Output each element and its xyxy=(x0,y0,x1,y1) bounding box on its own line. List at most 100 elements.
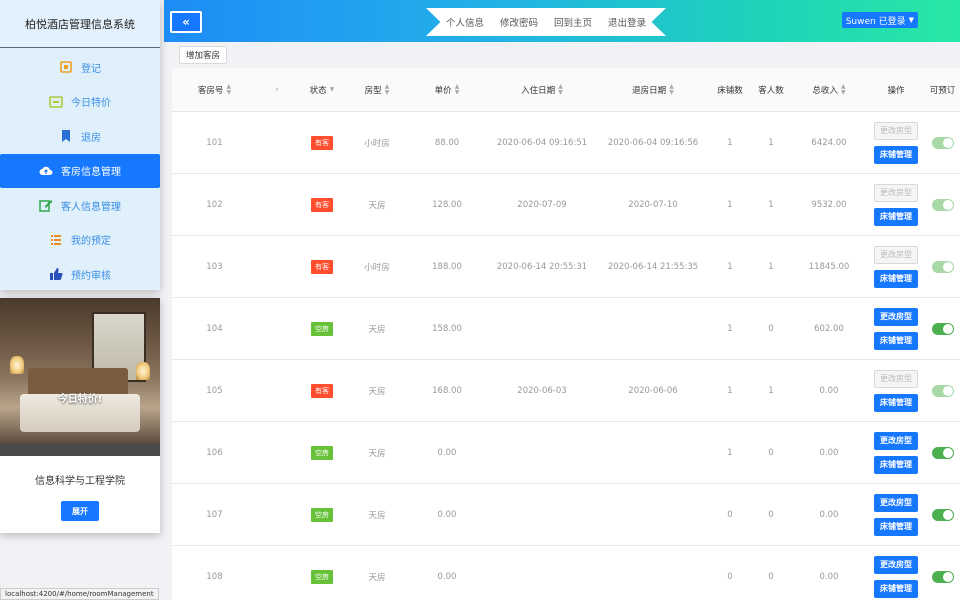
cell-room: 103 xyxy=(206,261,223,272)
modify-room-type-button[interactable]: 更改房型 xyxy=(874,431,918,450)
promo-card: 今日特价! 信息科学与工程学院 展开 xyxy=(0,298,160,533)
cell-price: 128.00 xyxy=(432,199,462,210)
col-status[interactable]: 状态 ▼ xyxy=(297,84,347,96)
collapse-sidebar-button[interactable]: « xyxy=(170,11,202,33)
modify-room-type-button[interactable]: 更改房型 xyxy=(874,183,918,202)
cell-status: 有客 xyxy=(297,135,347,150)
col-checkin[interactable]: 入住日期 ▲ ▼ xyxy=(487,82,597,96)
bookable-toggle[interactable] xyxy=(931,136,954,149)
bed-management-button[interactable]: 床铺管理 xyxy=(874,455,918,474)
user-label: Suwen 已登录 xyxy=(845,16,906,27)
header-label: 床铺数 xyxy=(717,85,743,96)
cell-checkin: 2020-06-03 xyxy=(517,385,567,396)
nav-home[interactable]: 回到主页 xyxy=(554,15,592,29)
sidebar-item-guest-management[interactable]: 客人信息管理 xyxy=(0,188,160,223)
sidebar-item-my-bookings[interactable]: 我的预定 xyxy=(0,223,160,258)
search-icon: ⌕ xyxy=(275,85,279,93)
sidebar-item-special-offer[interactable]: 今日特价 xyxy=(0,85,160,120)
cell-room: 102 xyxy=(206,199,223,210)
status-badge: 有客 xyxy=(311,135,333,150)
promo-divider xyxy=(0,444,160,456)
bookable-toggle[interactable] xyxy=(931,384,954,397)
cell-type: 天房 xyxy=(368,448,386,459)
filter-icon: ▼ xyxy=(329,85,335,93)
sort-icon: ▲ ▼ xyxy=(840,82,846,96)
promo-text: 信息科学与工程学院 xyxy=(35,476,125,487)
checkout-icon xyxy=(59,129,73,143)
col-search[interactable]: ⌕ xyxy=(257,85,297,93)
bed-management-button[interactable]: 床铺管理 xyxy=(874,145,918,164)
col-type[interactable]: 房型 ▲ ▼ xyxy=(347,82,407,96)
sidebar-item-booking-review[interactable]: 预约审核 xyxy=(0,257,160,292)
cell-income: 0.00 xyxy=(819,447,839,458)
nav-change-password[interactable]: 修改密码 xyxy=(500,15,538,29)
cell-income: 11845.00 xyxy=(808,261,850,272)
cell-beds: 1 xyxy=(727,323,733,334)
register-icon xyxy=(59,60,73,74)
add-room-button[interactable]: 增加客房 xyxy=(179,46,228,64)
header-label: 操作 xyxy=(887,85,905,96)
app-title: 柏悦酒店管理信息系统 xyxy=(0,0,160,48)
cell-bookable xyxy=(925,384,960,397)
cell-beds: 0 xyxy=(727,571,733,582)
bookable-toggle[interactable] xyxy=(931,198,954,211)
col-room[interactable]: 客房号 ▲ ▼ xyxy=(172,83,257,96)
bed-management-button[interactable]: 床铺管理 xyxy=(874,269,918,288)
nav-profile[interactable]: 个人信息 xyxy=(446,15,484,29)
sidebar-item-checkout[interactable]: 退房 xyxy=(0,119,160,154)
cell-room: 101 xyxy=(206,137,223,148)
modify-room-type-button[interactable]: 更改房型 xyxy=(874,121,918,140)
top-bar: « 个人信息 修改密码 回到主页 退出登录 Suwen 已登录 ▼ xyxy=(164,0,960,42)
cell-room: 106 xyxy=(206,447,223,458)
cell-beds: 1 xyxy=(727,137,733,148)
col-income[interactable]: 总收入 ▲ ▼ xyxy=(791,82,867,96)
sort-icon: ▲ ▼ xyxy=(558,82,563,96)
modify-room-type-button[interactable]: 更改房型 xyxy=(874,493,918,512)
bed-management-button[interactable]: 床铺管理 xyxy=(874,517,918,536)
status-badge: 有客 xyxy=(311,197,333,212)
cell-room: 104 xyxy=(206,323,223,334)
bookable-toggle[interactable] xyxy=(931,446,954,459)
cell-checkin: 2020-07-09 xyxy=(517,199,567,210)
special-offer-icon xyxy=(49,95,63,109)
col-price[interactable]: 单价 ▲ ▼ xyxy=(407,83,487,96)
main-content: 增加客房 客房号 ▲ ▼ ⌕ 状态 ▼ 房型 ▲ ▼ 单价 ▲ ▼ 入住日期 ▲ ▼ 退房日期 ▲ ▼… xyxy=(172,42,960,600)
bookable-toggle[interactable] xyxy=(931,508,954,521)
cloud-upload-icon xyxy=(39,164,53,178)
bookable-toggle[interactable] xyxy=(931,322,954,335)
table-row: 107 空房 天房 0.00 0 0 0.00 更改房型 床铺管理 xyxy=(172,484,960,546)
cell-price: 168.00 xyxy=(432,385,462,396)
sidebar-item-label: 客房信息管理 xyxy=(61,167,121,179)
sidebar-item-room-management[interactable]: 客房信息管理 xyxy=(0,153,160,188)
cell-guests: 0 xyxy=(768,571,774,582)
nav-logout[interactable]: 退出登录 xyxy=(608,15,646,29)
header-label: 客人数 xyxy=(758,85,784,96)
cell-status: 空房 xyxy=(297,321,347,336)
bed-management-button[interactable]: 床铺管理 xyxy=(874,579,918,598)
status-badge: 空房 xyxy=(311,321,333,336)
modify-room-type-button[interactable]: 更改房型 xyxy=(874,369,918,388)
col-checkout[interactable]: 退房日期 ▲ ▼ xyxy=(597,83,709,96)
header-label: 状态 xyxy=(309,85,327,96)
user-menu[interactable]: Suwen 已登录 ▼ xyxy=(841,12,918,28)
modify-room-type-button[interactable]: 更改房型 xyxy=(874,555,918,574)
col-actions: 操作 xyxy=(867,84,925,96)
bed-management-button[interactable]: 床铺管理 xyxy=(874,331,918,350)
bed-management-button[interactable]: 床铺管理 xyxy=(874,207,918,226)
cell-price: 0.00 xyxy=(437,447,457,458)
sidebar-item-register[interactable]: 登记 xyxy=(0,50,160,85)
expand-button[interactable]: 展开 xyxy=(61,501,99,521)
table-row: 101 有客 小时房 88.00 2020-06-04 09:16:51 2020-06-… xyxy=(172,112,960,174)
list-icon xyxy=(49,233,63,247)
modify-room-type-button[interactable]: 更改房型 xyxy=(874,307,918,326)
modify-room-type-button[interactable]: 更改房型 xyxy=(874,245,918,264)
cell-guests: 1 xyxy=(768,385,774,396)
cell-status: 空房 xyxy=(297,569,347,584)
status-badge: 有客 xyxy=(311,383,333,398)
bookable-toggle[interactable] xyxy=(931,260,954,273)
bookable-toggle[interactable] xyxy=(931,570,954,583)
table-row: 108 空房 天房 0.00 0 0 0.00 更改房型 床铺管理 xyxy=(172,546,960,600)
sidebar-item-label: 我的预定 xyxy=(71,236,111,248)
sort-icon: ▲ ▼ xyxy=(384,82,390,96)
bed-management-button[interactable]: 床铺管理 xyxy=(874,393,918,412)
